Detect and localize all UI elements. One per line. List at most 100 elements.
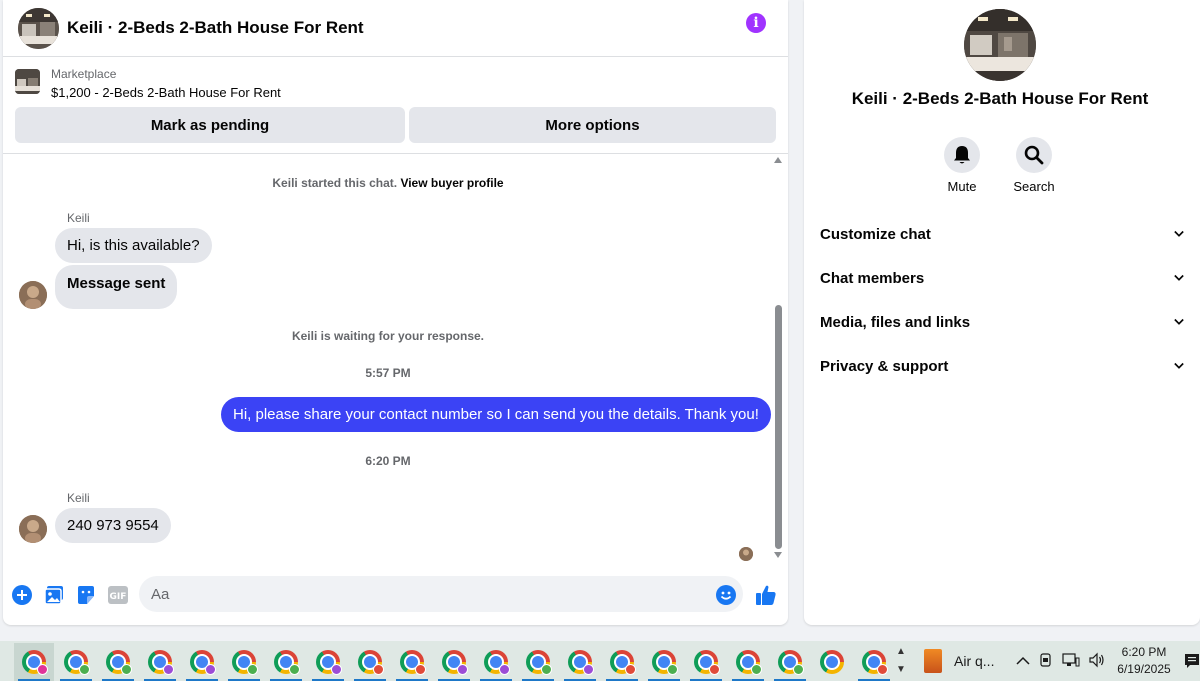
plus-icon[interactable] [11,584,33,606]
taskbar-chrome-window[interactable] [182,643,222,681]
taskbar-chrome-window[interactable] [308,643,348,681]
taskbar-chrome-window[interactable] [644,643,684,681]
search-action[interactable]: Search [1004,137,1064,194]
bell-icon[interactable] [944,137,980,173]
chevron-down-icon [1174,229,1184,239]
show-hidden-icons-icon[interactable] [1016,654,1030,669]
sticker-icon[interactable] [75,584,97,606]
taskbar-chrome-window[interactable] [434,643,474,681]
search-icon[interactable] [1016,137,1052,173]
info-icon[interactable]: i [746,13,766,33]
profile-badge-icon [163,664,174,675]
profile-badge-icon [247,664,258,675]
timestamp: 6:20 PM [365,454,411,468]
section-label: Customize chat [820,225,931,243]
taskbar-chrome-window[interactable] [56,643,96,681]
timestamp: 5:57 PM [365,366,411,380]
section-label: Media, files and links [820,313,971,331]
section-label: Privacy & support [820,357,949,375]
network-icon[interactable] [1062,652,1080,671]
thumbs-up-icon[interactable] [755,584,777,606]
air-quality-icon [924,649,942,673]
profile-badge-icon [205,664,216,675]
taskbar-chrome-window[interactable] [728,643,768,681]
taskbar-chrome-window[interactable] [98,643,138,681]
taskbar-chrome-window[interactable] [812,643,852,681]
section-media-files-links[interactable]: Media, files and links [820,302,1184,342]
windows-taskbar: ▲ ▼ Air q... 6:20 PM 6/19/2025 [0,641,1200,681]
sender-avatar[interactable] [19,515,47,543]
taskbar-chrome-window[interactable] [266,643,306,681]
info-panel-avatar[interactable] [964,9,1036,81]
taskbar-chrome-window[interactable] [854,643,894,681]
view-buyer-profile-link[interactable]: View buyer profile [400,176,503,190]
profile-badge-icon [415,664,426,675]
listing-price-title[interactable]: $1,200 - 2-Beds 2-Bath House For Rent [51,85,281,100]
listing-thumbnail[interactable] [15,69,40,94]
profile-badge-icon [121,664,132,675]
mark-as-pending-button[interactable]: Mark as pending [15,107,405,143]
system-tray [1016,651,1106,671]
listing-source: Marketplace [51,67,117,81]
outgoing-message[interactable]: Hi, please share your contact number so … [221,397,771,432]
profile-badge-icon [751,664,762,675]
taskbar-chrome-window[interactable] [518,643,558,681]
profile-badge-icon [289,664,300,675]
profile-badge-icon [877,664,888,675]
taskbar-chrome-window[interactable] [560,643,600,681]
taskbar-chrome-window[interactable] [476,643,516,681]
scrollbar-thumb[interactable] [775,305,782,549]
emoji-icon[interactable] [715,584,737,606]
taskbar-chrome-window[interactable] [602,643,642,681]
taskbar-scroll-arrows[interactable]: ▲ ▼ [893,643,909,679]
section-label: Chat members [820,269,925,287]
profile-badge-icon [37,664,48,675]
photo-icon[interactable] [43,584,65,606]
chrome-icon [820,650,844,674]
mute-action[interactable]: Mute [932,137,992,194]
taskbar-clock[interactable]: 6:20 PM 6/19/2025 [1112,644,1176,678]
profile-badge-icon [793,664,804,675]
chat-started-note: Keili started this chat. View buyer prof… [3,176,773,190]
conversation-title[interactable]: Keili · 2-Beds 2-Bath House For Rent [67,18,364,38]
notifications-icon[interactable] [1184,651,1200,671]
chevron-up-icon[interactable]: ▲ [893,643,909,661]
chevron-down-icon[interactable]: ▼ [893,661,909,679]
message-scrollbar[interactable] [773,157,783,562]
widget-label: Air q... [954,653,995,669]
profile-badge-icon [667,664,678,675]
profile-badge-icon [541,664,552,675]
taskbar-chrome-window[interactable] [350,643,390,681]
incoming-message[interactable]: 240 973 9554 [55,508,171,543]
chevron-down-icon [1174,317,1184,327]
taskbar-chrome-window[interactable] [224,643,264,681]
marketplace-listing: Marketplace $1,200 - 2-Beds 2-Bath House… [3,58,788,154]
taskbar-chrome-window[interactable] [686,643,726,681]
clock-time: 6:20 PM [1121,645,1167,659]
taskbar-chrome-window[interactable] [14,643,54,681]
scroll-down-arrow-icon[interactable] [774,552,782,558]
sender-avatar[interactable] [19,281,47,309]
message-list: Keili started this chat. View buyer prof… [3,155,788,565]
meet-now-icon[interactable] [1038,652,1054,671]
section-chat-members[interactable]: Chat members [820,258,1184,298]
incoming-message[interactable]: Hi, is this available? [55,228,212,263]
search-label: Search [1013,179,1055,194]
read-receipt-avatar [739,547,753,561]
volume-icon[interactable] [1088,652,1106,671]
incoming-message[interactable]: Message sent [55,265,178,309]
scroll-up-arrow-icon[interactable] [774,157,782,163]
gif-icon[interactable]: GIF [107,584,129,606]
taskbar-chrome-window[interactable] [140,643,180,681]
mute-label: Mute [947,179,977,194]
more-options-button[interactable]: More options [409,107,776,143]
conversation-avatar[interactable] [18,7,59,49]
profile-badge-icon [457,664,468,675]
section-customize-chat[interactable]: Customize chat [820,214,1184,254]
weather-widget[interactable]: Air q... [924,647,1004,675]
taskbar-chrome-window[interactable] [770,643,810,681]
info-panel-title: Keili · 2-Beds 2-Bath House For Rent [851,89,1149,108]
taskbar-chrome-window[interactable] [392,643,432,681]
section-privacy-support[interactable]: Privacy & support [820,346,1184,386]
message-input[interactable] [139,576,743,612]
